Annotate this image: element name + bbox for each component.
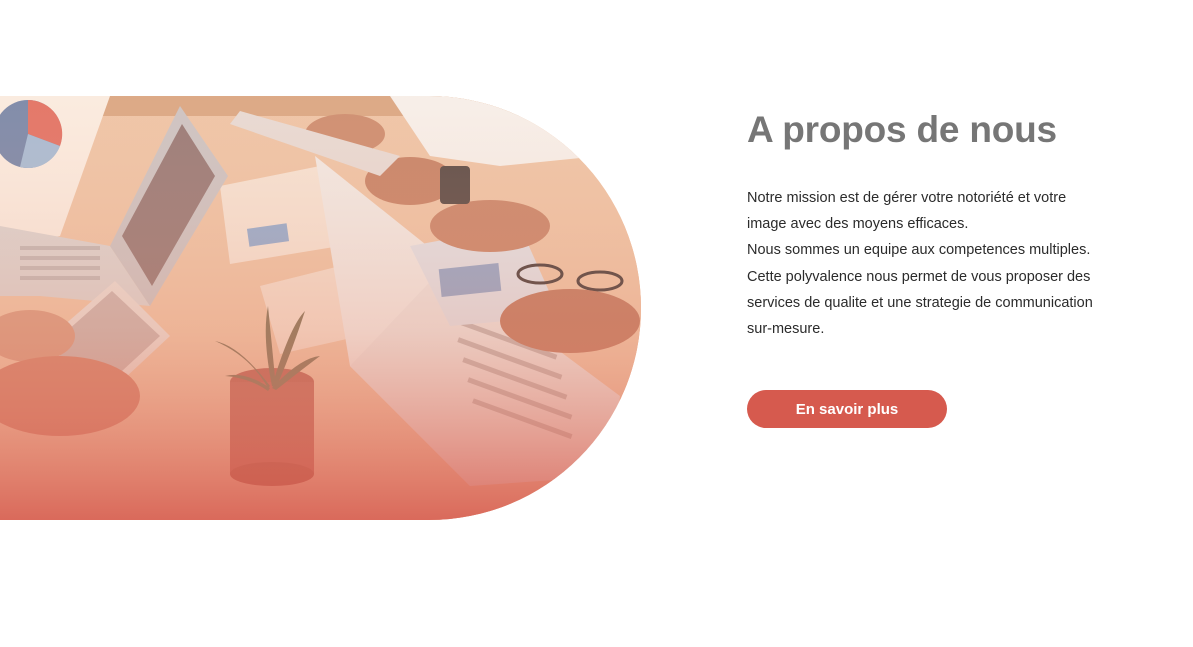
description-line: Cette polyvalence nous permet de vous pr… — [747, 268, 1091, 285]
description-line: sur-mesure. — [747, 321, 825, 338]
description-line: image avec des moyens efficaces. — [747, 216, 969, 233]
description-line: Notre mission est de gérer votre notorié… — [747, 190, 1067, 206]
about-description: Notre mission est de gérer votre notorié… — [747, 185, 1107, 342]
page-title: A propos de nous — [747, 109, 1057, 150]
team-meeting-image — [0, 96, 641, 520]
about-content: A propos de nous Notre mission est de gé… — [747, 108, 1107, 428]
learn-more-button[interactable]: En savoir plus — [747, 390, 947, 428]
team-meeting-illustration — [0, 96, 641, 520]
about-section: A propos de nous Notre mission est de gé… — [0, 0, 1193, 647]
description-line: Nous sommes un equipe aux competences mu… — [747, 242, 1091, 259]
description-line: services de qualite et une strategie de … — [747, 294, 1093, 311]
